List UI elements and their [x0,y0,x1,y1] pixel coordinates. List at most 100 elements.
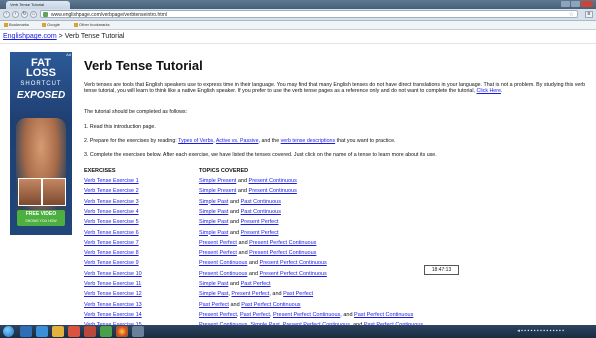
tense-link[interactable]: Present Perfect [199,250,237,256]
tense-link[interactable]: Past Continuous [241,199,281,205]
star-icon[interactable]: ☆ [569,11,574,17]
exercise-link[interactable]: Verb Tense Exercise 3 [84,197,139,207]
exercise-link[interactable]: Verb Tense Exercise 10 [84,269,142,279]
tense-link[interactable]: Present Continuous [249,178,297,184]
table-row: Verb Tense Exercise 14 Present Perfect, P… [84,310,589,320]
tense-link[interactable]: Past Perfect Continuous [241,302,300,308]
topics-cell: Simple Present and Present Continuous [199,186,297,196]
tense-link[interactable]: Present Perfect [241,219,279,225]
tense-link[interactable]: Simple Past [199,209,228,215]
bookmark-icon [42,23,46,27]
tense-link[interactable]: Present Continuous [199,271,247,277]
tense-link[interactable]: Simple Past [199,281,228,287]
column-header-topics: TOPICS COVERED [199,168,249,174]
folder-icon[interactable] [52,326,64,337]
intro-paragraph: Verb tenses are tools that English speak… [84,82,586,95]
media-icon[interactable] [68,326,80,337]
topic-separator: and [236,178,249,184]
browser-titlebar: Verb Tense Tutorial [0,0,596,9]
explorer-icon[interactable] [20,326,32,337]
breadcrumb-home-link[interactable]: Englishpage.com [3,33,57,40]
tense-link[interactable]: Present Perfect Continuous [273,312,340,318]
table-row: Verb Tense Exercise 12 Simple Past, Prese… [84,289,589,299]
chrome-icon[interactable] [116,326,128,337]
app-icon[interactable] [100,326,112,337]
tense-link[interactable]: Simple Past [199,230,228,236]
app-icon[interactable] [84,326,96,337]
exercise-link[interactable]: Verb Tense Exercise 12 [84,289,142,299]
tense-link[interactable]: Present Perfect Continuous [260,260,327,266]
exercise-link[interactable]: Verb Tense Exercise 5 [84,217,139,227]
tense-link[interactable]: Present Perfect Continuous [249,250,316,256]
exercise-link[interactable]: Verb Tense Exercise 1 [84,176,139,186]
tense-link[interactable]: Past Perfect [283,291,313,297]
ad-after-photo [42,178,66,206]
main-content: Verb Tense Tutorial Verb tenses are tool… [84,58,589,328]
tense-link[interactable]: Simple Present [199,188,236,194]
tense-link[interactable]: Present Perfect [241,230,279,236]
step-2: 2. Prepare for the exercises by reading:… [84,138,396,144]
minimize-button[interactable] [561,1,570,7]
tense-link[interactable]: Present Perfect Continuous [249,240,316,246]
exercise-link[interactable]: Verb Tense Exercise 6 [84,228,139,238]
tense-link[interactable]: Past Perfect Continuous [354,312,413,318]
bookmark-item[interactable]: Bookmarks [4,21,29,29]
topic-separator: and [236,239,250,246]
verb-tense-descriptions-link[interactable]: verb tense descriptions [281,138,335,144]
system-tray[interactable]: ◂ ▪ ▪ ▪ ▪ ▪ ▪ ▪ ▪ ▪ ▪ ▪ ▪ ▪ ▪ [517,328,564,334]
tense-link[interactable]: Past Perfect [241,281,271,287]
click-here-link[interactable]: Click Here [477,88,501,94]
tense-link[interactable]: Past Continuous [241,209,281,215]
exercise-link[interactable]: Verb Tense Exercise 11 [84,279,141,289]
back-icon[interactable]: ‹ [3,11,10,18]
exercise-link[interactable]: Verb Tense Exercise 7 [84,238,139,248]
exercise-link[interactable]: Verb Tense Exercise 13 [84,300,142,310]
exercise-link[interactable]: Verb Tense Exercise 4 [84,207,139,217]
tab-title: Verb Tense Tutorial [10,2,45,7]
types-of-verbs-link[interactable]: Types of Verbs [178,138,213,144]
tense-link[interactable]: Simple Past [199,199,228,205]
forward-icon[interactable]: › [12,11,19,18]
table-row: Verb Tense Exercise 11 Simple Past and Pa… [84,279,589,289]
tense-link[interactable]: Past Perfect [199,302,229,308]
app-icon[interactable] [132,326,144,337]
internet-explorer-icon[interactable] [36,326,48,337]
step-2-text: , and the [258,138,280,144]
tense-link[interactable]: Present Perfect Continuous [260,271,327,277]
tense-link[interactable]: Simple Past [199,291,228,297]
exercise-link[interactable]: Verb Tense Exercise 14 [84,310,142,320]
start-button[interactable] [3,326,14,337]
sidebar-ad[interactable]: Ad FAT LOSS SHORTCUT EXPOSED FREE VIDEO … [10,52,72,235]
ad-video-button[interactable]: FREE VIDEO SHOWS YOU HOW [17,210,65,226]
tense-link[interactable]: Present Perfect [231,291,269,297]
reload-icon[interactable]: ↻ [21,11,28,18]
step-2-text: that you want to practice. [336,138,396,144]
browser-tab[interactable]: Verb Tense Tutorial [6,1,70,9]
active-passive-link[interactable]: Active vs. Passive [216,138,259,144]
tense-link[interactable]: Present Continuous [199,260,247,266]
tense-link[interactable]: Simple Past [199,219,228,225]
close-button[interactable] [581,1,593,7]
home-icon[interactable]: ⌂ [30,11,37,18]
breadcrumb: Englishpage.com > Verb Tense Tutorial [0,30,596,44]
maximize-button[interactable] [571,1,580,7]
address-bar[interactable]: www.englishpage.com/verbpage/verbtensein… [40,10,578,18]
table-row: Verb Tense Exercise 8 Present Perfect and… [84,248,589,258]
address-url: www.englishpage.com/verbpage/verbtensein… [51,12,167,18]
wrench-icon[interactable]: ≡ [585,11,593,18]
ad-choices-icon[interactable]: Ad [66,52,71,57]
tense-link[interactable]: Present Continuous [249,188,297,194]
time-tooltip: 18:47:13 [424,265,459,275]
bookmark-item[interactable]: Google [42,21,60,29]
window-controls [561,1,593,7]
tense-link[interactable]: Simple Present [199,178,236,184]
bookmark-item[interactable]: Other bookmarks [74,21,110,29]
exercise-link[interactable]: Verb Tense Exercise 2 [84,186,139,196]
exercise-link[interactable]: Verb Tense Exercise 8 [84,248,139,258]
topics-cell: Simple Past and Past Continuous [199,197,281,207]
tense-link[interactable]: Present Perfect [199,312,237,318]
exercise-link[interactable]: Verb Tense Exercise 9 [84,258,139,268]
tense-link[interactable]: Past Perfect [240,312,270,318]
taskbar: ◂ ▪ ▪ ▪ ▪ ▪ ▪ ▪ ▪ ▪ ▪ ▪ ▪ ▪ ▪ [0,325,596,338]
tense-link[interactable]: Present Perfect [199,240,237,246]
